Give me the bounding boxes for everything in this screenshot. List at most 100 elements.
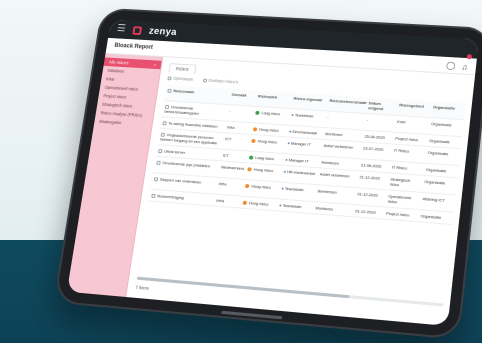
- user-icon[interactable]: ◯: [446, 60, 456, 69]
- table-cell: Monitoren: [312, 201, 355, 217]
- row-checkbox[interactable]: [156, 160, 161, 165]
- cell-text: Organisatie: [420, 213, 442, 220]
- cell-text: Hoog risico: [251, 183, 272, 190]
- cell-text: ICT: [224, 136, 232, 142]
- table-cell: ICT: [221, 132, 251, 151]
- cell-text: Hoog risico: [248, 200, 269, 207]
- row-checkbox[interactable]: [153, 177, 159, 182]
- cell-text: Afdeling ICT: [422, 196, 446, 203]
- risk-level-dot-icon: [253, 127, 258, 132]
- table-cell: ●Teamleider: [276, 198, 315, 214]
- cell-text: Monitoren: [324, 131, 343, 138]
- cell-text: Teamleider: [282, 202, 303, 210]
- cell-text: Organisatie: [425, 166, 447, 174]
- close-icon[interactable]: ×: [154, 62, 157, 67]
- cell-text: Operationeel risico: [387, 193, 412, 205]
- app-logo-text: zenya: [148, 25, 178, 38]
- row-checkbox[interactable]: [151, 193, 156, 198]
- cell-text: Kriet: [396, 118, 406, 125]
- cell-text: 25-08-2020: [364, 133, 386, 140]
- cell-text: Manager IT: [290, 140, 312, 147]
- cell-text: Ongeautoriseerde personen hebben toegang…: [159, 132, 218, 146]
- cell-text: Monitoren: [321, 159, 340, 166]
- sidebar-item-label: Operationeel risico: [104, 84, 139, 92]
- scrollbar-thumb[interactable]: [136, 276, 350, 299]
- risk-level-dot-icon: [242, 200, 248, 206]
- horizontal-scrollbar[interactable]: [136, 276, 444, 307]
- sidebar-item-label: Kriat: [105, 76, 115, 82]
- tablet-device: ☰ zenya Bloack Report ◯ ♫ Alle risico's …: [53, 7, 482, 340]
- filter-openstaan[interactable]: Openstaan: [167, 75, 193, 82]
- row-checkbox[interactable]: [162, 121, 167, 126]
- home-indicator: [221, 310, 283, 320]
- cell-text: IT Risico: [391, 164, 408, 171]
- logo-mark-icon: [132, 25, 143, 35]
- app-body: Alle risico's × Initiatives Kriat Operat…: [66, 53, 475, 326]
- risk-level-dot-icon: [255, 110, 260, 115]
- cell-text: Laag risico: [261, 110, 281, 117]
- sidebar-item-label: Maatregelen: [98, 118, 122, 126]
- risk-table: Risiconaam Oorzaak Risicopiek Risico-eig…: [148, 84, 466, 225]
- select-all-checkbox[interactable]: [167, 88, 172, 93]
- cell-text: Teamleider: [284, 185, 305, 193]
- cell-text: Hoog risico: [259, 126, 279, 133]
- cell-text: Hoog risico: [253, 166, 274, 174]
- cell-text: Onvoldoende beheersmaatregelen: [164, 104, 200, 116]
- record-count: 7 items: [135, 284, 150, 291]
- cell-text: Manager IT: [288, 157, 310, 164]
- cell-text: Teamleider: [294, 112, 315, 119]
- cell-text: Onvoldoende (opl.)middelen: [162, 160, 211, 169]
- cell-text: Project risico: [385, 210, 410, 218]
- notifications-button[interactable]: ♫: [461, 54, 473, 75]
- cell-text: Organisatie: [428, 137, 451, 145]
- risk-level-dot-icon: [247, 167, 253, 172]
- table-cell: Medewerkers: [217, 160, 247, 180]
- filter-gesloten[interactable]: Gesloten risico's: [202, 77, 239, 85]
- cell-text: HR-medewerker: [286, 169, 316, 177]
- cell-text: Project risico: [394, 135, 419, 143]
- cell-text: Laag risico: [255, 154, 275, 162]
- cell-text: Uitval server: [163, 148, 186, 155]
- stage: ☰ zenya Bloack Report ◯ ♫ Alle risico's …: [0, 0, 482, 343]
- cell-text: 21-12-2020: [359, 174, 381, 181]
- cell-text: Monitoren: [315, 205, 334, 212]
- radio-icon: [202, 78, 207, 83]
- cell-text: 23-07-2020: [362, 145, 384, 152]
- table-cell: Project risico: [383, 206, 420, 222]
- cell-text: -: [366, 116, 369, 122]
- column-header[interactable]: Datum volgend: [365, 97, 398, 116]
- cell-text: Te weinig financiële middelen: [168, 120, 218, 129]
- notification-badge: [466, 54, 473, 60]
- risk-level-dot-icon: [251, 138, 256, 144]
- hamburger-icon[interactable]: ☰: [116, 23, 126, 34]
- cell-text: Eenmanszaak: [292, 128, 318, 136]
- app-screen: ☰ zenya Bloack Report ◯ ♫ Alle risico's …: [66, 19, 480, 326]
- row-checkbox[interactable]: [158, 149, 163, 154]
- radio-icon: [167, 75, 172, 80]
- risk-level-dot-icon: [245, 183, 250, 189]
- column-header[interactable]: Oorzaak: [228, 88, 257, 107]
- breadcrumb: Bloack Report: [113, 42, 154, 51]
- cell-text: Organisatie: [424, 178, 446, 186]
- cell-text: Beheersen: [317, 188, 338, 195]
- cell-text: Organisatie: [430, 121, 452, 128]
- cell-text: Actief verbeteren: [323, 142, 354, 150]
- cell-text: Actief verbeteren: [319, 171, 351, 179]
- filter-label: Gesloten risico's: [208, 77, 239, 85]
- cell-text: 21-08-2020: [360, 162, 382, 169]
- cell-text: IT Risico: [393, 147, 410, 154]
- tab-risks[interactable]: RISKS: [168, 63, 197, 75]
- table-body: Onvoldoende beheersmaatregelen - Laag risi…: [148, 100, 464, 225]
- table-cell: Organisatie: [417, 209, 454, 225]
- cell-text: Organisatie: [427, 149, 449, 157]
- table-cell: -: [225, 104, 255, 123]
- cell-text: Stoppen van onderdelen: [159, 176, 202, 185]
- sidebar-item-label: Initiatives: [107, 68, 125, 74]
- cell-text: -: [228, 108, 231, 114]
- sidebar-item-label: Strategisch risico: [101, 101, 133, 109]
- table-cell: 01-12-2020: [352, 204, 385, 220]
- table-cell: Infra: [215, 177, 245, 197]
- cell-text: Infra: [216, 197, 225, 204]
- cell-text: 01-12-2020: [357, 191, 379, 198]
- table-cell: -: [363, 113, 396, 133]
